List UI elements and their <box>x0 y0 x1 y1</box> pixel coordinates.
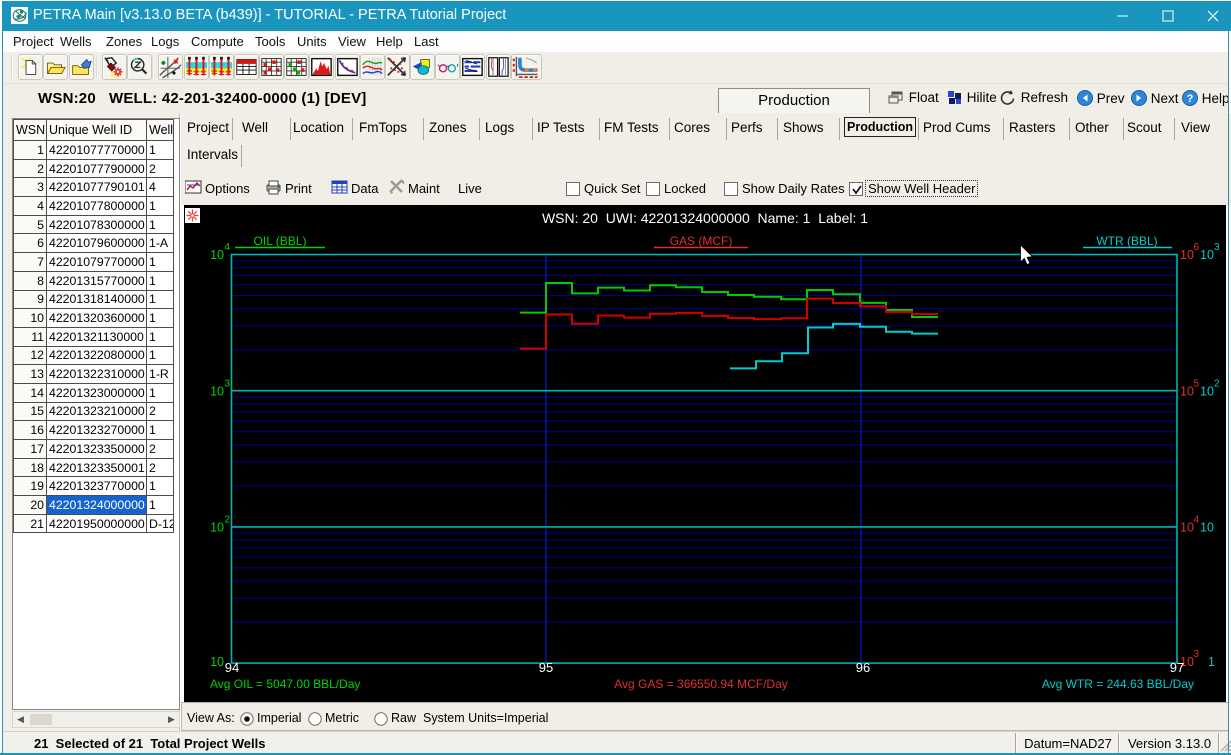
svg-text:10: 10 <box>210 385 224 399</box>
svg-text:GAS (MCF): GAS (MCF) <box>670 234 733 248</box>
svg-text:10: 10 <box>1180 385 1194 399</box>
svg-text:Avg OIL = 5047.00 BBL/Day: Avg OIL = 5047.00 BBL/Day <box>210 677 360 691</box>
svg-text:10: 10 <box>1180 521 1194 535</box>
svg-text:1: 1 <box>1208 655 1215 669</box>
svg-text:3: 3 <box>225 379 231 390</box>
svg-text:4: 4 <box>1194 515 1200 526</box>
svg-text:2: 2 <box>1214 379 1220 390</box>
svg-text:?: ? <box>1187 93 1194 105</box>
svg-text:6: 6 <box>1194 242 1200 253</box>
svg-text:94: 94 <box>225 660 239 675</box>
svg-text:WSN: 20 UWI: 42201324000000: WSN: 20 UWI: 42201324000000 Name: 1 Labe… <box>542 210 868 226</box>
svg-text:Avg GAS = 366550.94 MCF/Day: Avg GAS = 366550.94 MCF/Day <box>614 677 788 691</box>
svg-text:97: 97 <box>1170 660 1184 675</box>
svg-text:96: 96 <box>856 660 870 675</box>
svg-text:4: 4 <box>225 242 231 253</box>
svg-text:Avg WTR = 244.63 BBL/Day: Avg WTR = 244.63 BBL/Day <box>1042 677 1194 691</box>
svg-text:10: 10 <box>210 655 224 669</box>
svg-text:WTR (BBL): WTR (BBL) <box>1096 234 1157 248</box>
svg-text:5: 5 <box>1194 379 1200 390</box>
svg-text:10: 10 <box>1200 248 1214 262</box>
svg-text:10: 10 <box>1200 521 1214 535</box>
svg-text:10: 10 <box>1180 248 1194 262</box>
svg-text:10: 10 <box>1200 385 1214 399</box>
svg-text:3: 3 <box>1194 649 1200 660</box>
svg-text:95: 95 <box>539 660 553 675</box>
svg-text:3: 3 <box>1214 242 1220 253</box>
svg-text:OIL (BBL): OIL (BBL) <box>254 234 307 248</box>
svg-text:2: 2 <box>225 515 231 526</box>
svg-text:10: 10 <box>210 248 224 262</box>
svg-text:10: 10 <box>210 521 224 535</box>
